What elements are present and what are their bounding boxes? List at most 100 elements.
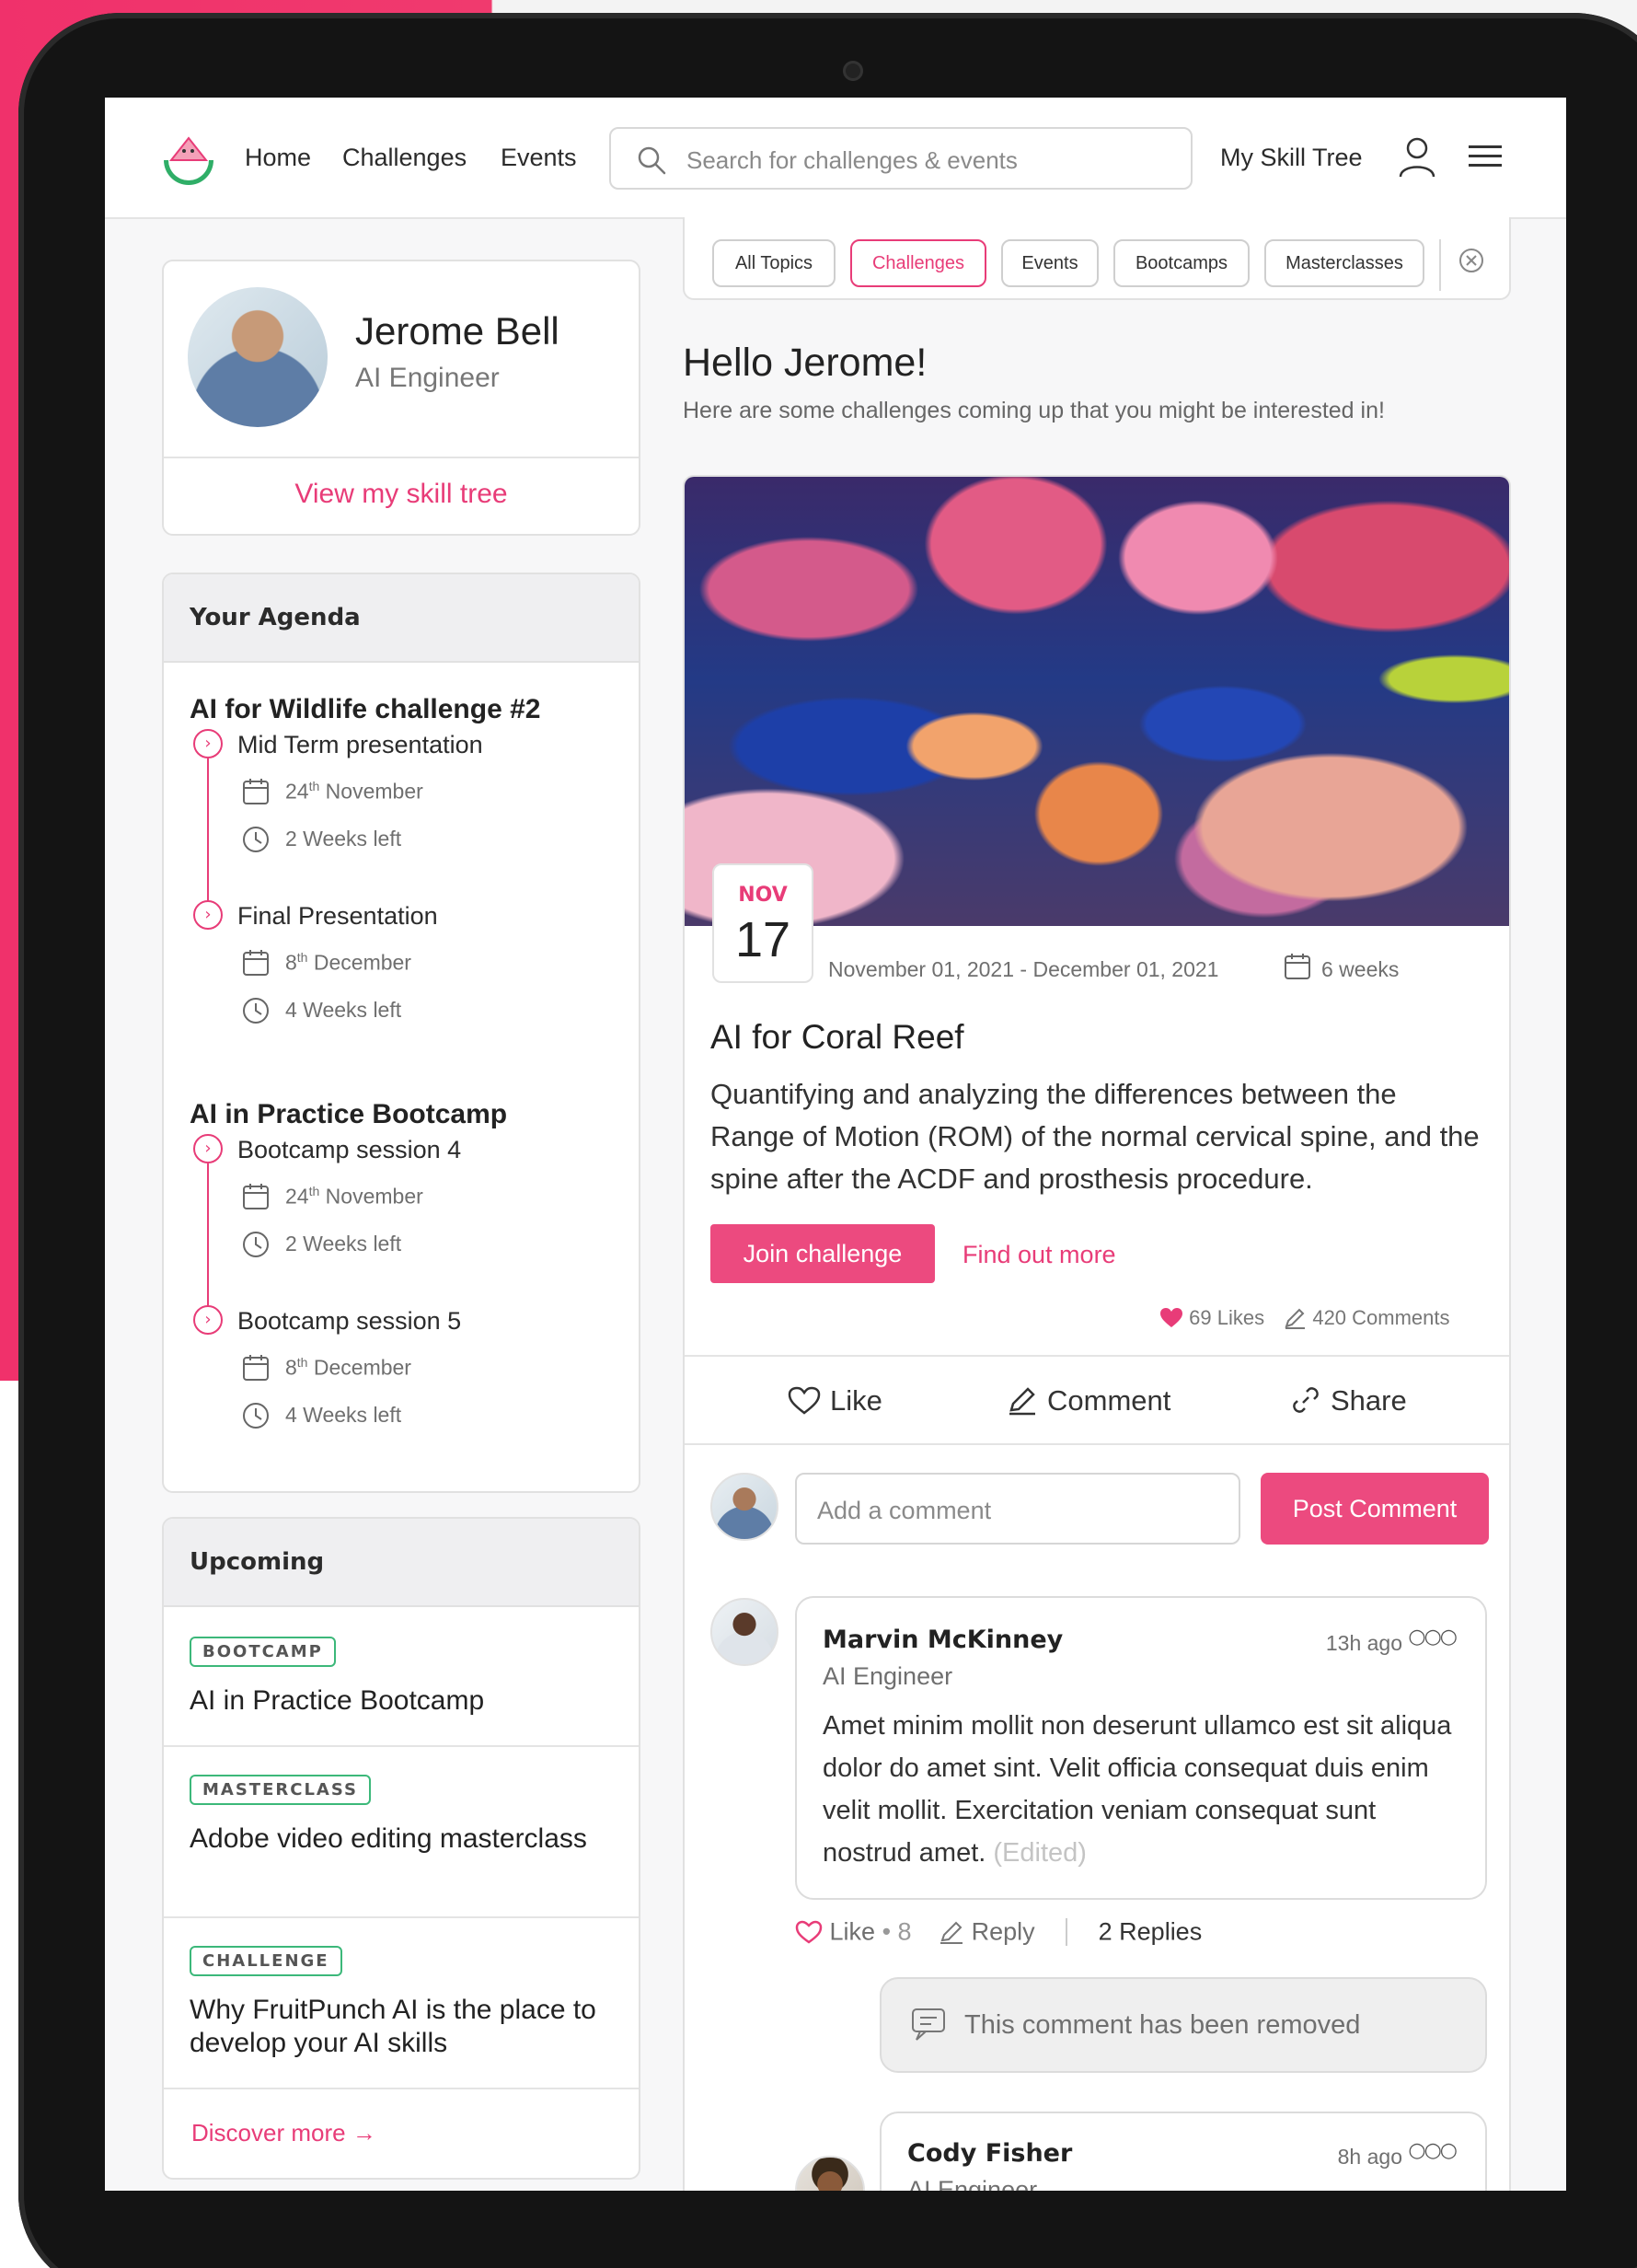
agenda-group-title[interactable]: AI for Wildlife challenge #2: [190, 694, 540, 725]
upcoming-item-title[interactable]: AI in Practice Bootcamp: [190, 1684, 622, 1718]
user-icon[interactable]: [1399, 136, 1435, 179]
chevron-right-circle-icon: ›: [193, 1305, 223, 1335]
calendar-icon: [243, 1184, 269, 1209]
comment-input[interactable]: Add a comment: [795, 1473, 1240, 1545]
comment-placeholder: Add a comment: [817, 1497, 992, 1524]
agenda-step-label[interactable]: Bootcamp session 4: [237, 1136, 461, 1164]
edited-label: (Edited): [993, 1838, 1087, 1868]
avatar[interactable]: [795, 2156, 865, 2191]
category-tag: BOOTCAMP: [190, 1637, 336, 1667]
agenda-step-date: 8th December: [285, 1355, 411, 1380]
chevron-right-circle-icon: ›: [193, 900, 223, 930]
agenda-group-title[interactable]: AI in Practice Bootcamp: [190, 1099, 507, 1130]
reply-button[interactable]: Reply: [972, 1917, 1035, 1945]
upcoming-item-title[interactable]: Why FruitPunch AI is the place to develo…: [190, 1994, 622, 2060]
date-day: 17: [734, 912, 791, 967]
chip-all-topics[interactable]: All Topics: [712, 239, 836, 287]
discover-more-link[interactable]: Discover more →: [191, 2119, 376, 2147]
divider: [164, 1745, 639, 1747]
agenda-title: Your Agenda: [190, 604, 361, 631]
more-options-icon[interactable]: ○○○: [1408, 2139, 1458, 2162]
calendar-icon: [243, 779, 269, 804]
comments-count[interactable]: 420 Comments: [1312, 1306, 1449, 1329]
comment-like-button[interactable]: Like: [830, 1917, 876, 1945]
agenda-step-time-left: 2 Weeks left: [285, 1232, 402, 1256]
nav-events-link[interactable]: Events: [501, 144, 577, 172]
agenda-step-date: 24th November: [285, 779, 423, 804]
heart-icon: [788, 1386, 821, 1415]
post-date-range: November 01, 2021 - December 01, 2021: [828, 957, 1219, 981]
chip-events[interactable]: Events: [1001, 239, 1099, 287]
view-skill-tree-link[interactable]: View my skill tree: [164, 479, 639, 510]
likes-count[interactable]: 69 Likes: [1189, 1306, 1264, 1329]
agenda-step-time-left: 4 Weeks left: [285, 998, 402, 1022]
comment-actions: Like • 8 Reply 2 Replies: [795, 1916, 1202, 1946]
share-button[interactable]: Share: [1290, 1384, 1407, 1418]
camera-icon: [843, 61, 863, 81]
chip-challenges[interactable]: Challenges: [850, 239, 986, 287]
post-description: Quantifying and analyzing the difference…: [710, 1078, 1480, 1195]
comment-author[interactable]: Cody Fisher: [907, 2139, 1072, 2168]
comment-button[interactable]: Comment: [1007, 1384, 1170, 1418]
search-placeholder: Search for challenges & events: [686, 146, 1018, 174]
chat-bubble-icon: [912, 2008, 945, 2041]
profile-name: Jerome Bell: [355, 309, 559, 353]
clear-filter-icon[interactable]: [1458, 247, 1485, 274]
divider: [164, 1916, 639, 1918]
avatar: [710, 1473, 778, 1541]
like-button[interactable]: Like: [788, 1384, 882, 1418]
nav-challenges-link[interactable]: Challenges: [342, 144, 467, 172]
agenda-step-label[interactable]: Final Presentation: [237, 902, 438, 931]
calendar-icon: [243, 950, 269, 976]
divider: [164, 2088, 639, 2089]
date-month: NOV: [738, 884, 788, 907]
category-tag: CHALLENGE: [190, 1946, 342, 1976]
removed-comment: This comment has been removed: [880, 1977, 1487, 2073]
more-options-icon[interactable]: ○○○: [1408, 1626, 1458, 1649]
my-skill-tree-link[interactable]: My Skill Tree: [1220, 144, 1363, 172]
pencil-icon: [1009, 1387, 1035, 1416]
upcoming-header: Upcoming: [164, 1519, 639, 1607]
agenda-step-time-left: 4 Weeks left: [285, 1403, 402, 1427]
comment-body: Amet minim mollit non deserunt ullamco e…: [823, 1711, 1452, 1868]
divider: [1439, 239, 1441, 291]
find-out-more-link[interactable]: Find out more: [963, 1241, 1116, 1269]
agenda-step-date: 8th December: [285, 950, 411, 975]
greeting-subtitle: Here are some challenges coming up that …: [683, 398, 1385, 423]
post-action-bar: Like Comment Share: [685, 1355, 1509, 1445]
upcoming-item-title[interactable]: Adobe video editing masterclass: [190, 1822, 622, 1856]
agenda-step-label[interactable]: Bootcamp session 5: [237, 1307, 461, 1336]
chip-bootcamps[interactable]: Bootcamps: [1113, 239, 1250, 287]
post-title[interactable]: AI for Coral Reef: [710, 1018, 964, 1057]
coral-reef-image[interactable]: [685, 477, 1509, 926]
agenda-header: Your Agenda: [164, 574, 639, 663]
app-screen: Home Challenges Events Search for challe…: [105, 98, 1566, 2191]
replies-count[interactable]: 2 Replies: [1099, 1917, 1203, 1945]
clock-icon: [243, 1232, 269, 1257]
comment-like-count: • 8: [882, 1917, 912, 1946]
post-comment-button[interactable]: Post Comment: [1261, 1473, 1489, 1545]
agenda-card: Your Agenda AI for Wildlife challenge #2…: [162, 573, 640, 1493]
post-stats: 69 Likes 420 Comments: [1159, 1305, 1450, 1330]
chevron-right-circle-icon: ›: [193, 729, 223, 758]
join-challenge-button[interactable]: Join challenge: [710, 1224, 935, 1283]
chip-masterclasses[interactable]: Masterclasses: [1264, 239, 1424, 287]
agenda-step-label[interactable]: Mid Term presentation: [237, 731, 483, 759]
avatar[interactable]: [188, 287, 328, 427]
greeting-title: Hello Jerome!: [683, 341, 928, 385]
agenda-step-date: 24th November: [285, 1184, 423, 1209]
profile-card: Jerome Bell AI Engineer View my skill tr…: [162, 260, 640, 536]
comment: Marvin McKinney AI Engineer 13h ago ○○○ …: [795, 1596, 1487, 1900]
clock-icon: [243, 1403, 269, 1429]
nav-home-link[interactable]: Home: [245, 144, 311, 172]
hamburger-menu-icon[interactable]: [1469, 144, 1502, 169]
search-input[interactable]: Search for challenges & events: [609, 127, 1193, 190]
divider: [164, 457, 639, 458]
watermelon-logo-icon[interactable]: [158, 133, 219, 186]
comment-author[interactable]: Marvin McKinney: [823, 1626, 1063, 1654]
avatar[interactable]: [710, 1598, 778, 1666]
agenda-step-time-left: 2 Weeks left: [285, 827, 402, 850]
challenge-post-card: NOV 17 November 01, 2021 - December 01, …: [683, 475, 1511, 2191]
upcoming-title: Upcoming: [190, 1548, 325, 1576]
heart-icon[interactable]: [795, 1919, 823, 1945]
